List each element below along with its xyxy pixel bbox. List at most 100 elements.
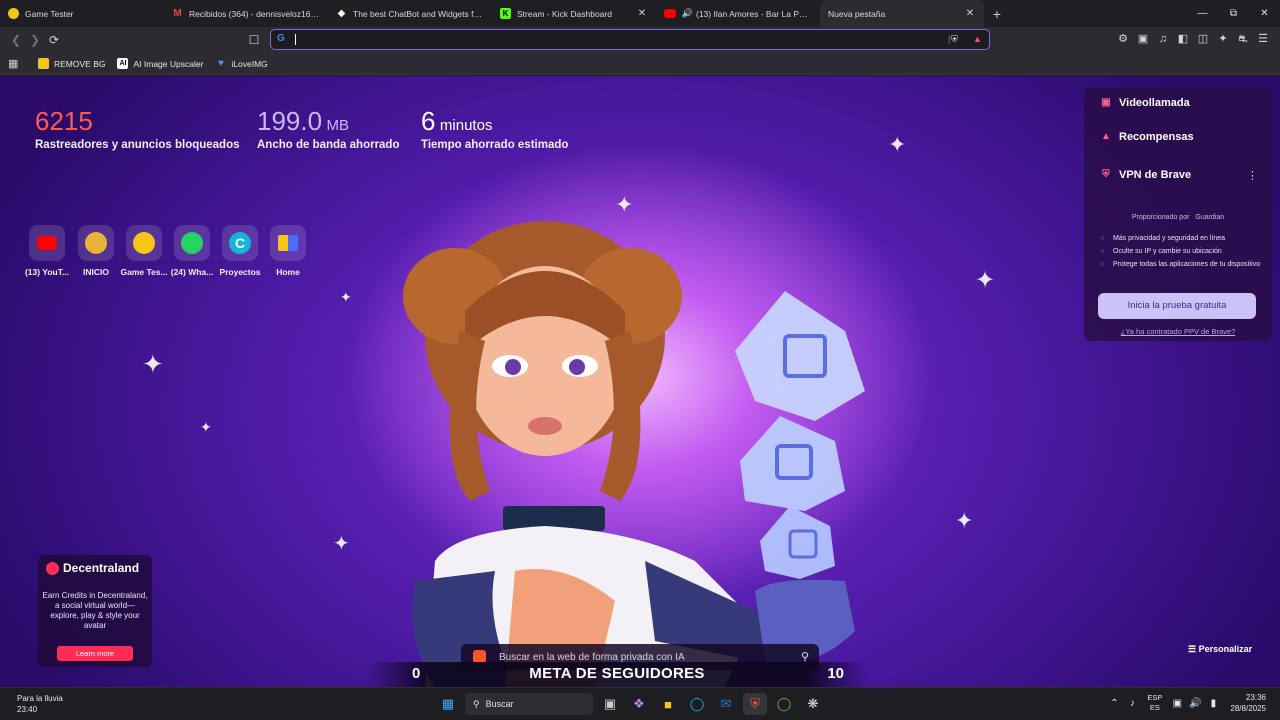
tab-youtube[interactable]: 🔊 (13) Ilan Amores - Bar La Perla (V	[656, 0, 820, 27]
vpn-icon[interactable]: ⛐	[1236, 32, 1250, 46]
bookmark-iloveimg[interactable]: ♥ iLoveIMG	[215, 58, 268, 69]
menu-icon[interactable]: ☰	[1256, 32, 1270, 46]
shortcut-whatsapp[interactable]: (24) Wha...	[168, 225, 216, 277]
guardian-logo: Guardian	[1195, 214, 1225, 221]
decentraland-title-row: Decentraland	[46, 561, 139, 575]
tab-gmail[interactable]: M Recibidos (364) - dennisveloz16@gm	[164, 0, 328, 27]
upwork-icon[interactable]: ◯	[772, 693, 796, 715]
tab-game-tester[interactable]: Game Tester	[0, 0, 164, 27]
close-window-icon[interactable]: ✕	[1249, 0, 1280, 27]
shortcut-home[interactable]: Home	[264, 225, 312, 277]
shortcut-label: Proyectos	[219, 267, 261, 277]
tab-new[interactable]: Nueva pestaña ✕	[820, 0, 984, 27]
tab-title: Nueva pestaña	[828, 8, 886, 19]
time-stat: 6 minutos Tiempo ahorrado estimado	[421, 106, 568, 151]
bookmark-icon[interactable]: ☐	[246, 32, 262, 48]
sparkle-icon: ✦	[333, 533, 350, 555]
video-camera-icon: ▣	[1101, 97, 1111, 108]
recompensas-link[interactable]: ▲ Recompensas	[1100, 131, 1194, 143]
lang-code: ESP	[1147, 693, 1163, 702]
shortcut-label: (13) YouT...	[24, 267, 70, 277]
bookmark-label: REMOVE BG	[54, 58, 106, 69]
youtube-icon	[29, 225, 65, 261]
heart-icon: ♥	[217, 58, 224, 69]
bandwidth-value: 199.0	[257, 106, 323, 136]
shortcut-inicio[interactable]: INICIO	[72, 225, 120, 277]
brave-rewards-icon[interactable]: ▲	[973, 34, 982, 44]
search-icon: ⚲	[473, 698, 480, 709]
pirate-icon	[78, 225, 114, 261]
toolbar-actions: ⚙ ▣ ♫ ◧ ◫ ✦ ⛐ ☰	[1116, 32, 1270, 46]
brave-icon[interactable]: ⛨	[743, 693, 767, 715]
volume-icon[interactable]: 🔊	[1186, 698, 1204, 709]
copilot-icon[interactable]: ❖	[627, 693, 651, 715]
network-icon[interactable]: ▣	[1168, 698, 1186, 709]
tab-kick[interactable]: K Stream - Kick Dashboard ✕	[492, 0, 656, 27]
outlook-icon[interactable]: ✉	[714, 693, 738, 715]
edge-icon[interactable]: ◯	[685, 693, 709, 715]
chrome-icon[interactable]: ❋	[801, 693, 825, 715]
new-tab-button[interactable]: +	[984, 6, 1010, 22]
bookmark-ai-upscaler[interactable]: AI AI Image Upscaler	[117, 58, 203, 69]
bookmark-remove-bg[interactable]: REMOVE BG	[38, 58, 105, 69]
forward-icon[interactable]: ❯	[27, 32, 43, 48]
apps-grid-icon[interactable]: ▦	[8, 57, 22, 70]
youtube-icon	[664, 9, 676, 18]
decentraland-logo-icon	[46, 561, 59, 575]
sidebar-icon[interactable]: ◧	[1176, 32, 1190, 46]
personalize-button[interactable]: ☰ Personalizar	[1188, 644, 1252, 655]
start-trial-button[interactable]: Inicia la prueba gratuita	[1098, 293, 1256, 319]
address-bar[interactable]: G | ⛨ ▲	[270, 29, 990, 50]
microphone-icon[interactable]: ♪	[1123, 698, 1141, 709]
close-icon[interactable]: ✕	[636, 8, 648, 19]
minimize-icon[interactable]: —	[1187, 0, 1218, 27]
media-icon[interactable]: ♫	[1156, 32, 1170, 46]
vpn-header: ⛨ VPN de Brave	[1100, 169, 1191, 181]
windows-taskbar: Para la lluvia 23:40 ▦ ⚲ Buscar ▣ ❖ ■ ◯ …	[0, 687, 1280, 720]
battery-icon[interactable]: ▮	[1204, 698, 1222, 709]
vpn-benefit: Protege todas las aplicaciones de tu dis…	[1100, 260, 1264, 269]
speaker-icon[interactable]: 🔊	[682, 8, 693, 19]
learn-more-button[interactable]: Learn more	[57, 646, 133, 661]
weather-time: 23:40	[17, 705, 38, 714]
bookmarks-bar: ▦ REMOVE BG AI AI Image Upscaler ♥ iLove…	[0, 53, 1280, 75]
chevron-up-icon[interactable]: ⌃	[1105, 698, 1123, 709]
leo-ai-icon[interactable]: ✦	[1216, 32, 1230, 46]
tab-chatbot[interactable]: ◆ The best ChatBot and Widgets for Ki	[328, 0, 492, 27]
tab-strip: Game Tester M Recibidos (364) - dennisve…	[0, 0, 1280, 27]
file-explorer-icon[interactable]: ■	[656, 693, 680, 715]
brave-shields-icon[interactable]: ⛨	[951, 34, 958, 45]
shortcut-game-tester[interactable]: Game Tes...	[120, 225, 168, 277]
back-icon[interactable]: ❮	[8, 32, 24, 48]
windows-start-icon[interactable]: ▦	[436, 693, 460, 715]
kick-icon: K	[500, 8, 511, 19]
screenshot-icon[interactable]: ▣	[1136, 32, 1150, 46]
task-view-icon[interactable]: ▣	[598, 693, 622, 715]
close-icon[interactable]: ✕	[964, 8, 976, 19]
rewards-icon: ▲	[1101, 131, 1111, 142]
reload-icon[interactable]: ⟳	[46, 32, 62, 48]
taskbar-search[interactable]: ⚲ Buscar	[465, 693, 593, 715]
extensions-icon[interactable]: ⚙	[1116, 32, 1130, 46]
address-input[interactable]	[299, 31, 899, 47]
sparkle-icon: ✦	[955, 508, 974, 533]
sparkle-icon: ✦	[340, 289, 352, 305]
videollamada-link[interactable]: ▣ Videollamada	[1100, 97, 1189, 109]
bandwidth-unit: MB	[326, 117, 350, 134]
tab-title: Recibidos (364) - dennisveloz16@gm	[189, 8, 320, 19]
already-purchased-link[interactable]: ¿Ya ha contratado PPV de Brave?	[1084, 327, 1272, 336]
language-indicator[interactable]: ESP ES	[1147, 693, 1162, 713]
vpn-provider-text: Proporcionado por	[1131, 214, 1190, 221]
shortcut-proyectos[interactable]: C Proyectos	[216, 225, 264, 277]
shortcut-youtube[interactable]: (13) YouT...	[23, 225, 71, 277]
vpn-benefits: Más privacidad y seguridad en línea Ocul…	[1100, 234, 1264, 273]
clock[interactable]: 23:36 28/8/2025	[1230, 692, 1266, 714]
vpn-title: VPN de Brave	[1119, 169, 1192, 181]
maximize-icon[interactable]: ⧉	[1218, 0, 1249, 27]
whatsapp-icon	[174, 225, 210, 261]
google-icon: G	[277, 33, 285, 44]
sparkle-icon: ✦	[888, 132, 907, 157]
weather-widget[interactable]: Para la lluvia 23:40	[17, 693, 63, 715]
wallet-icon[interactable]: ◫	[1196, 32, 1210, 46]
more-options-icon[interactable]: ⋮	[1247, 169, 1258, 182]
